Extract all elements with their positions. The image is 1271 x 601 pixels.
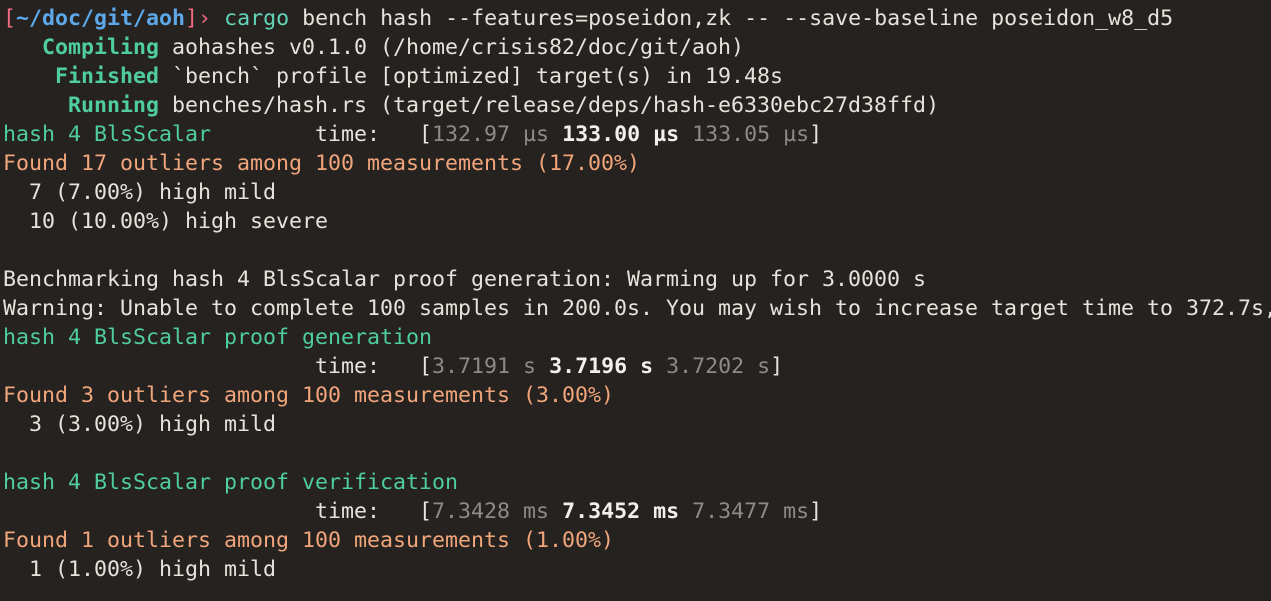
bench3-time-mid: 7.3452 ms	[562, 499, 680, 524]
bench2-time-label: time:	[3, 354, 420, 379]
running-text: benches/hash.rs (target/release/deps/has…	[159, 93, 940, 118]
finished-indent	[3, 64, 55, 89]
finished-text: `bench` profile [optimized] target(s) in…	[159, 64, 784, 89]
bench1-close-bracket: ]	[809, 122, 823, 147]
bench1-time-mid: 133.00 µs	[562, 122, 680, 147]
bench1-time-label: time:	[211, 122, 420, 147]
bench3-time-high: 7.3477 ms	[692, 499, 810, 524]
bench2-time-high: 3.7202 s	[666, 354, 771, 379]
finished-label: Finished	[55, 64, 160, 89]
command-name: cargo	[224, 6, 290, 31]
bench3-open-bracket: [	[419, 499, 433, 524]
running-indent	[3, 93, 68, 118]
bench3-time-low: 7.3428 ms	[432, 499, 550, 524]
running-label: Running	[68, 93, 160, 118]
bench1-name: hash 4 BlsScalar	[3, 122, 212, 147]
bench1-outlier-detail-1: 7 (7.00%) high mild	[3, 180, 277, 205]
finished-line: Finished `bench` profile [optimized] tar…	[3, 62, 1271, 91]
bench2-warning: Warning: Unable to complete 100 samples …	[3, 296, 1271, 321]
bench1-open-bracket: [	[419, 122, 433, 147]
bench2-open-bracket: [	[419, 354, 433, 379]
bench3-time-label: time:	[3, 499, 420, 524]
bench3-close-bracket: ]	[809, 499, 823, 524]
bench2-time-low: 3.7191 s	[432, 354, 537, 379]
compiling-text: aohashes v0.1.0 (/home/crisis82/doc/git/…	[159, 35, 745, 60]
bench3-time-line: time: [7.3428 ms 7.3452 ms 7.3477 ms]	[3, 497, 1271, 526]
bench1-outlier-detail-2: 10 (10.00%) high severe	[3, 209, 329, 234]
compiling-label: Compiling	[42, 35, 160, 60]
bench3-name: hash 4 BlsScalar proof verification	[3, 470, 459, 495]
prompt-path: ~/doc/git/aoh	[16, 6, 186, 31]
compiling-line: Compiling aohashes v0.1.0 (/home/crisis8…	[3, 33, 1271, 62]
bench2-close-bracket: ]	[770, 354, 784, 379]
bench1-outliers: Found 17 outliers among 100 measurements…	[3, 151, 641, 176]
prompt-close-bracket: ]	[185, 6, 199, 31]
bench3-outlier-detail-1: 1 (1.00%) high mild	[3, 557, 277, 582]
bench1-time-low: 132.97 µs	[432, 122, 550, 147]
command-args: bench hash --features=poseidon,zk -- --s…	[302, 6, 1174, 31]
bench3-outliers: Found 1 outliers among 100 measurements …	[3, 528, 615, 553]
bench1-result-line: hash 4 BlsScalar time: [132.97 µs 133.00…	[3, 120, 1271, 149]
prompt-chevron-icon: ›	[198, 6, 212, 31]
bench2-time-line: time: [3.7191 s 3.7196 s 3.7202 s]	[3, 352, 1271, 381]
bench1-time-high: 133.05 µs	[692, 122, 810, 147]
command-prompt-line: [~/doc/git/aoh]› cargo bench hash --feat…	[3, 4, 1271, 33]
bench2-name: hash 4 BlsScalar proof generation	[3, 325, 433, 350]
bench2-outlier-detail-1: 3 (3.00%) high mild	[3, 412, 277, 437]
terminal-window[interactable]: [~/doc/git/aoh]› cargo bench hash --feat…	[0, 0, 1271, 601]
bench2-outliers: Found 3 outliers among 100 measurements …	[3, 383, 615, 408]
compiling-indent	[3, 35, 42, 60]
running-line: Running benches/hash.rs (target/release/…	[3, 91, 1271, 120]
bench2-warmup: Benchmarking hash 4 BlsScalar proof gene…	[3, 267, 927, 292]
bench2-time-mid: 3.7196 s	[549, 354, 654, 379]
prompt-open-bracket: [	[3, 6, 17, 31]
